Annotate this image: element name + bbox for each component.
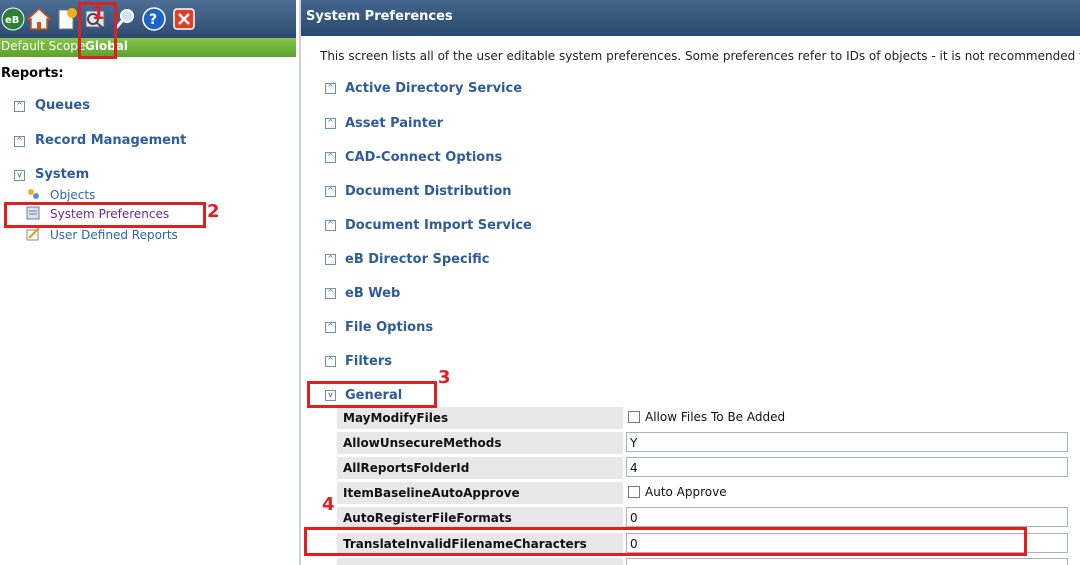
annotation-number-4: 4 [322, 494, 335, 515]
section-label[interactable]: eB Web [345, 286, 400, 301]
expand-icon[interactable]: ^ [325, 356, 336, 367]
close-icon[interactable] [172, 7, 196, 31]
tree-node-label[interactable]: Record Management [35, 133, 186, 148]
pref-name: AllowUnsecureMethods [337, 432, 623, 454]
pref-name: MayModifyFiles [337, 407, 623, 429]
new-document-icon[interactable] [55, 7, 79, 31]
expand-icon[interactable]: ^ [14, 136, 25, 147]
pref-value-input[interactable] [626, 558, 1068, 565]
section-label[interactable]: Document Distribution [345, 184, 512, 199]
section-label[interactable]: Filters [345, 354, 392, 369]
pref-name: ItemBaselineAutoApprove [337, 482, 623, 504]
section-label[interactable]: eB Director Specific [345, 252, 490, 267]
main-toolbar: eB ? [0, 0, 296, 38]
intro-text: This screen lists all of the user editab… [320, 49, 1080, 63]
svg-text:eB: eB [5, 15, 19, 26]
report-pencil-icon [26, 227, 40, 241]
expand-icon[interactable]: ^ [325, 186, 336, 197]
pref-row-allowunsecuremethods: AllowUnsecureMethods Y [337, 432, 1071, 455]
checkbox-label: Allow Files To Be Added [645, 410, 786, 424]
tree-child-label[interactable]: Objects [50, 188, 95, 202]
pref-value-input[interactable]: Y [626, 432, 1068, 452]
pref-row-allreportsfolderid: AllReportsFolderId 4 [337, 457, 1071, 480]
section-label[interactable]: Asset Painter [345, 116, 443, 131]
expand-icon[interactable]: ^ [325, 118, 336, 129]
help-icon[interactable]: ? [142, 7, 166, 31]
expand-icon[interactable]: ^ [325, 254, 336, 265]
svg-text:?: ? [149, 12, 157, 28]
collapse-icon[interactable]: v [14, 170, 25, 181]
tree-node-label[interactable]: Queues [35, 98, 90, 113]
pref-name: AutoRegisterFileFormats [337, 507, 623, 529]
pref-name: AllReportsFolderId [337, 457, 623, 479]
expand-icon[interactable]: ^ [325, 152, 336, 163]
pref-row-maymodifyfiles: MayModifyFiles Allow Files To Be Added [337, 407, 1071, 430]
eb-logo-icon[interactable]: eB [1, 7, 25, 31]
expand-icon[interactable]: ^ [14, 101, 25, 112]
page-title: System Preferences [306, 9, 453, 24]
annotation-box-4 [304, 527, 1027, 556]
annotation-number-2: 2 [207, 201, 220, 222]
section-label[interactable]: Active Directory Service [345, 81, 522, 96]
pref-name [337, 558, 623, 565]
pref-value-input[interactable]: 0 [626, 507, 1068, 527]
reports-heading: Reports: [1, 66, 64, 81]
left-panel: eB ? Default Scope Global Reports: ^ Que… [0, 0, 300, 565]
pref-row-itembaselineautoapprove: ItemBaselineAutoApprove Auto Approve [337, 482, 1071, 505]
annotation-box-3 [307, 381, 437, 408]
pref-row-partial [337, 558, 1071, 565]
expand-icon[interactable]: ^ [325, 220, 336, 231]
annotation-box-2 [4, 202, 206, 228]
expand-icon[interactable]: ^ [325, 288, 336, 299]
home-icon[interactable] [27, 7, 51, 31]
allow-files-checkbox[interactable] [628, 411, 640, 423]
scope-label: Default Scope [1, 39, 86, 53]
auto-approve-checkbox[interactable] [628, 486, 640, 498]
scope-bar: Default Scope Global [0, 38, 296, 57]
expand-icon[interactable]: ^ [325, 322, 336, 333]
objects-icon [28, 189, 39, 199]
section-label[interactable]: CAD-Connect Options [345, 150, 502, 165]
panel-header: System Preferences [301, 0, 1080, 36]
section-label[interactable]: File Options [345, 320, 433, 335]
tree-child-label[interactable]: User Defined Reports [50, 228, 178, 242]
expand-icon[interactable]: ^ [325, 83, 336, 94]
annotation-number-1: 1 [92, 3, 105, 24]
tree-node-label[interactable]: System [35, 167, 89, 182]
main-panel: System Preferences This screen lists all… [301, 0, 1080, 565]
checkbox-label: Auto Approve [645, 485, 727, 499]
section-label[interactable]: Document Import Service [345, 218, 532, 233]
pref-value-input[interactable]: 4 [626, 457, 1068, 477]
annotation-number-3: 3 [438, 367, 451, 388]
